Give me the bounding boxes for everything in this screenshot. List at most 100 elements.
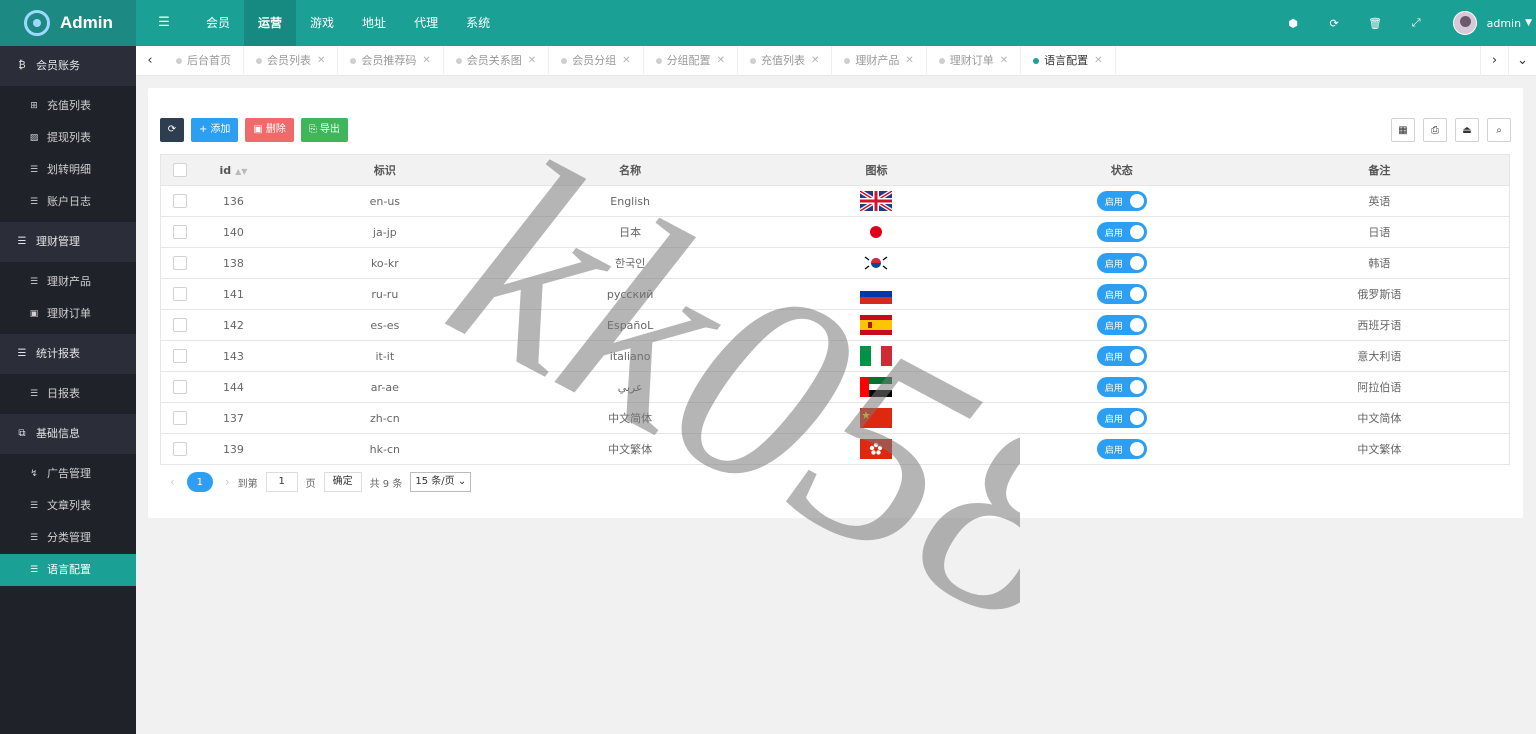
refresh-icon[interactable]: ⟳ <box>1314 17 1355 30</box>
sidebar-item-0-1[interactable]: ▨ 提现列表 <box>0 122 136 154</box>
confirm-button[interactable]: 确定 <box>323 472 362 492</box>
print-icon[interactable]: ⎙ <box>1423 118 1447 142</box>
topnav-item-3[interactable]: 地址 <box>348 0 400 46</box>
col-id[interactable]: id ▲▼ <box>198 154 269 186</box>
next-page-icon[interactable]: › <box>225 475 230 489</box>
sidebar-group-0[interactable]: ₿ 会员账务 <box>0 46 136 86</box>
topnav-item-1[interactable]: 运营 <box>244 0 297 46</box>
page-current[interactable]: 1 <box>186 472 213 492</box>
row-checkbox[interactable] <box>160 433 199 465</box>
sidebar-item-label: 日报表 <box>47 387 80 400</box>
tab-9[interactable]: 语言配置 ✕ <box>1021 45 1116 76</box>
trash-icon[interactable]: 🗑 <box>1355 17 1396 30</box>
tab-3[interactable]: 会员关系图 ✕ <box>444 45 550 76</box>
tab-7[interactable]: 理财产品 ✕ <box>832 45 927 76</box>
cell-code: it-it <box>268 340 502 372</box>
topnav-item-5[interactable]: 系统 <box>452 0 504 46</box>
topnav-item-2[interactable]: 游戏 <box>296 0 348 46</box>
close-icon[interactable]: ✕ <box>1094 46 1102 76</box>
sidebar-item-3-1[interactable]: ☰ 文章列表 <box>0 490 136 522</box>
prev-page-icon[interactable]: ‹ <box>170 475 175 489</box>
export-icon[interactable]: ⏏ <box>1455 118 1479 142</box>
tab-8[interactable]: 理财订单 ✕ <box>927 45 1022 76</box>
delete-button[interactable]: ▣ 删除 <box>245 118 294 142</box>
add-button[interactable]: + 添加 <box>191 118 239 142</box>
cube-icon[interactable]: ⬢ <box>1273 17 1314 30</box>
row-checkbox[interactable] <box>160 402 199 434</box>
columns-icon[interactable]: ▦ <box>1391 118 1415 142</box>
close-icon[interactable]: ✕ <box>811 46 819 76</box>
cell-status: 启用 <box>993 433 1250 465</box>
status-toggle[interactable]: 启用 <box>1096 377 1147 397</box>
sidebar-item-1-1[interactable]: ▣ 理财订单 <box>0 298 136 330</box>
sidebar-item-0-3[interactable]: ☰ 账户日志 <box>0 186 136 218</box>
close-icon[interactable]: ✕ <box>717 46 725 76</box>
status-toggle[interactable]: 启用 <box>1096 191 1147 211</box>
status-toggle[interactable]: 启用 <box>1096 346 1147 366</box>
sidebar-item-1-0[interactable]: ☰ 理财产品 <box>0 266 136 298</box>
row-checkbox[interactable] <box>160 371 199 403</box>
sidebar-group-3[interactable]: ⧉ 基础信息 <box>0 414 136 454</box>
tab-4[interactable]: 会员分组 ✕ <box>549 45 644 76</box>
status-toggle[interactable]: 启用 <box>1096 439 1147 459</box>
status-toggle[interactable]: 启用 <box>1096 222 1147 242</box>
table-header: id ▲▼ 标识 名称 图标 状态 备注 <box>160 154 1510 186</box>
page-input[interactable]: 1 <box>265 472 298 492</box>
select-all-checkbox[interactable] <box>160 154 199 186</box>
sidebar-group-2[interactable]: ☰ 统计报表 <box>0 334 136 374</box>
sidebar-group-1[interactable]: ☰ 理财管理 <box>0 222 136 262</box>
close-icon[interactable]: ✕ <box>528 46 536 76</box>
tabs: 后台首页 会员列表 ✕ 会员推荐码 ✕ 会员关系图 ✕ 会员分组 ✕ 分组配置 ✕ 充值列表 ✕ 理财产品… <box>164 45 1536 76</box>
row-checkbox[interactable] <box>160 309 199 341</box>
row-checkbox[interactable] <box>160 278 199 310</box>
close-icon[interactable]: ✕ <box>622 46 630 76</box>
cell-name: 中文简体 <box>501 402 760 434</box>
topnav-item-4[interactable]: 代理 <box>400 0 452 46</box>
close-icon[interactable]: ✕ <box>905 46 913 76</box>
tabs-menu-icon[interactable]: ⌄ <box>1508 46 1536 76</box>
cell-note: 英语 <box>1249 185 1510 217</box>
close-icon[interactable]: ✕ <box>422 46 430 76</box>
tab-1[interactable]: 会员列表 ✕ <box>244 45 339 76</box>
cell-status: 启用 <box>993 371 1250 403</box>
per-page-select[interactable]: 15 条/页 ⌄ <box>410 472 472 492</box>
row-checkbox[interactable] <box>160 216 199 248</box>
refresh-button[interactable]: ⟳ <box>160 118 184 142</box>
status-toggle[interactable]: 启用 <box>1096 284 1147 304</box>
export-button[interactable]: ⎘ 导出 <box>300 118 348 142</box>
tabs-next-icon[interactable]: › <box>1480 46 1508 76</box>
row-checkbox[interactable] <box>160 247 199 279</box>
close-icon[interactable]: ✕ <box>1000 46 1008 76</box>
status-toggle[interactable]: 启用 <box>1096 408 1147 428</box>
tab-2[interactable]: 会员推荐码 ✕ <box>338 45 444 76</box>
topnav-item-0[interactable]: 会员 <box>192 0 244 46</box>
sidebar-item-3-2[interactable]: ☰ 分类管理 <box>0 522 136 554</box>
tab-5[interactable]: 分组配置 ✕ <box>644 45 738 76</box>
row-checkbox[interactable] <box>160 185 199 217</box>
sidebar-item-3-3[interactable]: ☰ 语言配置 <box>0 554 136 586</box>
sort-icon[interactable]: ▲▼ <box>235 167 247 176</box>
tab-label: 后台首页 <box>187 53 231 67</box>
image-icon: ▨ <box>29 133 39 143</box>
fullscreen-icon[interactable]: ⤢ <box>1396 16 1437 30</box>
status-toggle[interactable]: 启用 <box>1096 253 1147 273</box>
close-icon[interactable]: ✕ <box>317 46 325 76</box>
row-checkbox[interactable] <box>160 340 199 372</box>
table-row: 143 it-it italiano 启用 意大利语 <box>160 340 1510 372</box>
sidebar-group-label: 统计报表 <box>36 347 80 360</box>
sidebar-item-0-0[interactable]: ⊞ 充值列表 <box>0 90 136 122</box>
sidebar-item-0-2[interactable]: ☰ 划转明细 <box>0 154 136 186</box>
status-toggle[interactable]: 启用 <box>1096 315 1147 335</box>
avatar[interactable] <box>1452 11 1477 35</box>
sidebar-item-2-0[interactable]: ☰ 日报表 <box>0 378 136 410</box>
sidebar-item-3-0[interactable]: ↯ 广告管理 <box>0 458 136 490</box>
logo[interactable]: Admin <box>0 0 136 46</box>
tab-0[interactable]: 后台首页 <box>164 45 244 76</box>
search-icon[interactable]: ⌕ <box>1487 118 1511 142</box>
tab-6[interactable]: 充值列表 ✕ <box>738 45 833 76</box>
cell-status: 启用 <box>993 309 1250 341</box>
chevron-down-icon[interactable]: ▼ <box>1525 18 1532 28</box>
user-name[interactable]: admin <box>1487 17 1521 30</box>
menu-toggle-icon[interactable]: ☰ <box>136 0 192 46</box>
tabs-prev-icon[interactable]: ‹ <box>136 46 164 76</box>
